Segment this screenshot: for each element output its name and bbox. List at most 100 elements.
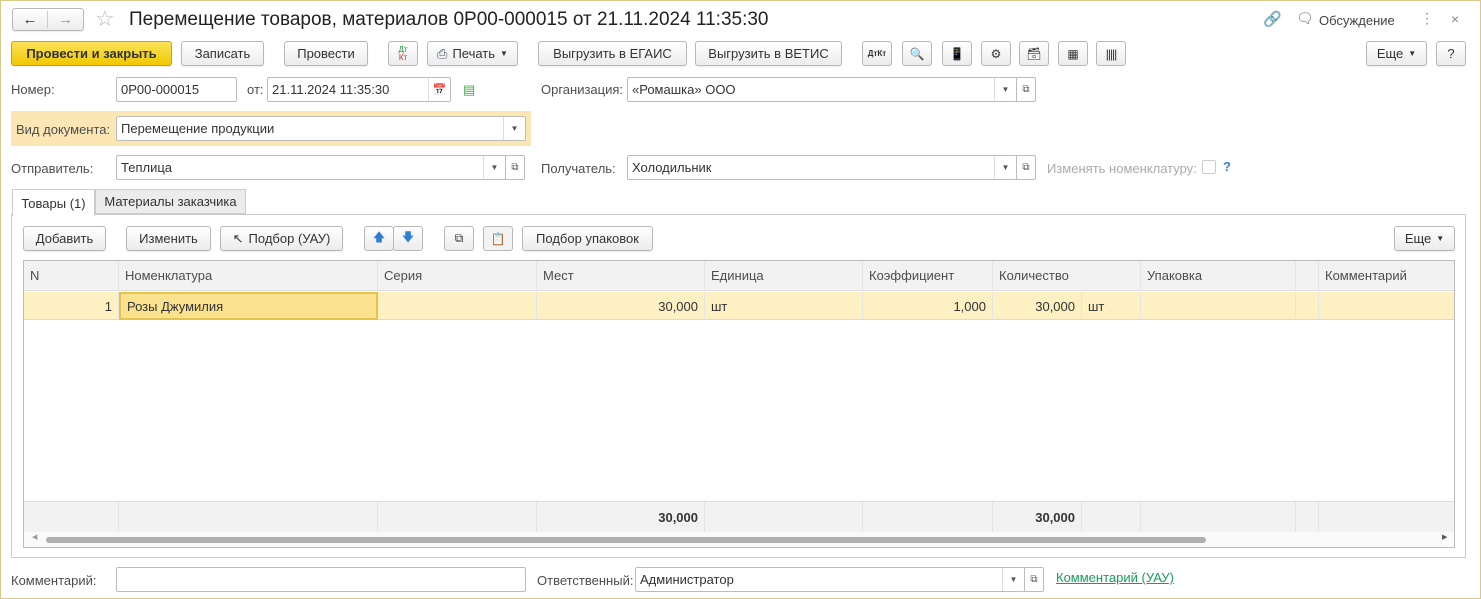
post-and-close-button[interactable]: Провести и закрыть xyxy=(11,41,172,66)
calendar-icon[interactable]: 📅 xyxy=(428,78,450,101)
col-n[interactable]: N xyxy=(24,261,119,291)
receiver-value: Холодильник xyxy=(632,160,712,175)
dropdown-icon[interactable]: ▼ xyxy=(994,78,1016,101)
page-title: Перемещение товаров, материалов 0Р00-000… xyxy=(129,9,769,30)
pick-packages-button[interactable]: Подбор упаковок xyxy=(522,226,653,251)
printer-icon: ⎙ xyxy=(437,45,448,61)
sender-field[interactable]: Теплица ▼ xyxy=(116,155,506,180)
help-button[interactable]: ? xyxy=(1436,41,1466,66)
cell-unit[interactable]: шт xyxy=(705,292,863,320)
cell-places[interactable]: 30,000 xyxy=(537,292,705,320)
paste-icon: 📋 xyxy=(483,226,513,251)
col-comment[interactable]: Комментарий xyxy=(1319,261,1454,291)
pick-button[interactable]: ↖ Подбор (УАУ) xyxy=(220,226,343,251)
copy-icon[interactable]: ⧉ xyxy=(444,226,474,251)
cell-coefficient[interactable]: 1,000 xyxy=(863,292,993,320)
help-icon[interactable]: ? xyxy=(1223,159,1231,174)
dropdown-icon[interactable]: ▼ xyxy=(483,156,505,179)
forward-icon[interactable]: → xyxy=(48,11,83,28)
cell-quantity[interactable]: 30,000 xyxy=(993,292,1082,320)
print-button[interactable]: ⎙ Печать ▼ xyxy=(427,41,518,66)
discussion-icon[interactable]: 🗨 xyxy=(1296,10,1314,27)
col-package[interactable]: Упаковка xyxy=(1141,261,1296,291)
date-value: 21.11.2024 11:35:30 xyxy=(272,82,390,97)
horizontal-scrollbar[interactable]: ◀ ▶ xyxy=(24,532,1454,547)
organization-value: «Ромашка» ООО xyxy=(632,82,736,97)
more-button[interactable]: Еще ▼ xyxy=(1366,41,1427,66)
dt-kt-report-icon[interactable]: ДтКт xyxy=(862,41,892,66)
change-nomenclature-checkbox[interactable] xyxy=(1202,160,1216,174)
close-icon[interactable]: × xyxy=(1451,11,1459,27)
scanner-icon[interactable]: 📱 xyxy=(942,41,972,66)
col-series[interactable]: Серия xyxy=(378,261,537,291)
back-icon[interactable]: ← xyxy=(13,11,49,28)
export-egais-button[interactable]: Выгрузить в ЕГАИС xyxy=(538,41,687,66)
discussion-link[interactable]: Обсуждение xyxy=(1319,13,1395,28)
barcode-icon[interactable]: ||||| xyxy=(1096,41,1126,66)
comment-label: Комментарий: xyxy=(11,573,97,588)
print-label: Печать xyxy=(452,46,496,61)
col-nomenclature[interactable]: Номенклатура xyxy=(119,261,378,291)
table-header: N Номенклатура Серия Мест Единица Коэффи… xyxy=(24,261,1454,291)
export-vetis-button[interactable]: Выгрузить в ВЕТИС xyxy=(695,41,842,66)
settings-gears-icon[interactable]: ⚙ xyxy=(981,41,1011,66)
chevron-down-icon: ▼ xyxy=(1408,49,1417,58)
open-responsible-icon[interactable]: ⧉ xyxy=(1024,567,1044,592)
scroll-right-icon[interactable]: ▶ xyxy=(1442,533,1447,541)
more-menu-icon[interactable]: ⋮ xyxy=(1420,10,1434,27)
dropdown-icon[interactable]: ▼ xyxy=(1002,568,1024,591)
scrollbar-thumb[interactable] xyxy=(46,537,1206,543)
move-up-icon[interactable]: 🡅 xyxy=(364,226,394,251)
responsible-field[interactable]: Администратор ▼ xyxy=(635,567,1025,592)
chevron-down-icon: ▼ xyxy=(1436,234,1445,243)
open-receiver-icon[interactable]: ⧉ xyxy=(1016,155,1036,180)
dropdown-icon[interactable]: ▼ xyxy=(994,156,1016,179)
dt-kt-icon[interactable]: Дт Кт xyxy=(388,41,418,66)
date-field[interactable]: 21.11.2024 11:35:30 📅 xyxy=(267,77,451,102)
tab-customer-materials[interactable]: Материалы заказчика xyxy=(95,189,246,214)
comment-uau-link[interactable]: Комментарий (УАУ) xyxy=(1056,570,1174,585)
archive-icon[interactable]: 🗃 xyxy=(1019,41,1049,66)
open-organization-icon[interactable]: ⧉ xyxy=(1016,77,1036,102)
cell-series[interactable] xyxy=(378,292,537,320)
doctype-label: Вид документа: xyxy=(16,122,111,137)
col-unit[interactable]: Единица xyxy=(705,261,863,291)
comment-field[interactable] xyxy=(116,567,526,592)
cell-n: 1 xyxy=(24,292,119,320)
move-down-icon[interactable]: 🡇 xyxy=(393,226,423,251)
save-button[interactable]: Записать xyxy=(181,41,264,66)
date-label: от: xyxy=(247,82,264,97)
add-button[interactable]: Добавить xyxy=(23,226,106,251)
post-button[interactable]: Провести xyxy=(284,41,368,66)
receiver-field[interactable]: Холодильник ▼ xyxy=(627,155,1017,180)
more-label: Еще xyxy=(1376,46,1404,61)
favorite-star-icon[interactable]: ☆ xyxy=(95,6,115,32)
edit-button[interactable]: Изменить xyxy=(126,226,211,251)
table-row[interactable]: 1 Розы Джумилия 30,000 шт 1,000 30,000 ш… xyxy=(24,292,1454,320)
col-coefficient[interactable]: Коэффициент xyxy=(863,261,993,291)
chevron-down-icon: ▼ xyxy=(500,49,508,58)
qr-code-icon[interactable]: ▦ xyxy=(1058,41,1088,66)
col-quantity[interactable]: Количество xyxy=(993,261,1141,291)
organization-field[interactable]: «Ромашка» ООО ▼ xyxy=(627,77,1017,102)
document-check-icon[interactable]: ▤ xyxy=(463,82,475,98)
link-icon[interactable]: 🔗 xyxy=(1263,10,1282,28)
sender-value: Теплица xyxy=(121,160,173,175)
scroll-left-icon[interactable]: ◀ xyxy=(32,533,37,541)
table-totals: 30,000 30,000 xyxy=(24,501,1454,532)
cell-package[interactable] xyxy=(1141,292,1296,320)
cell-nomenclature[interactable]: Розы Джумилия xyxy=(119,292,378,320)
doctype-field[interactable]: Перемещение продукции ▼ xyxy=(116,116,526,141)
number-field[interactable]: 0Р00-000015 xyxy=(116,77,237,102)
table-more-button[interactable]: Еще ▼ xyxy=(1394,226,1455,251)
receiver-label: Получатель: xyxy=(541,161,616,176)
change-nomenclature-label: Изменять номенклатуру: xyxy=(1047,161,1197,176)
col-places[interactable]: Мест xyxy=(537,261,705,291)
cell-comment[interactable] xyxy=(1319,292,1454,320)
total-places: 30,000 xyxy=(537,502,705,532)
tab-goods[interactable]: Товары (1) xyxy=(12,189,95,216)
open-sender-icon[interactable]: ⧉ xyxy=(505,155,525,180)
barcode-search-icon[interactable]: 🔍 xyxy=(902,41,932,66)
dropdown-icon[interactable]: ▼ xyxy=(503,117,525,140)
nav-buttons: ← → xyxy=(12,8,84,31)
